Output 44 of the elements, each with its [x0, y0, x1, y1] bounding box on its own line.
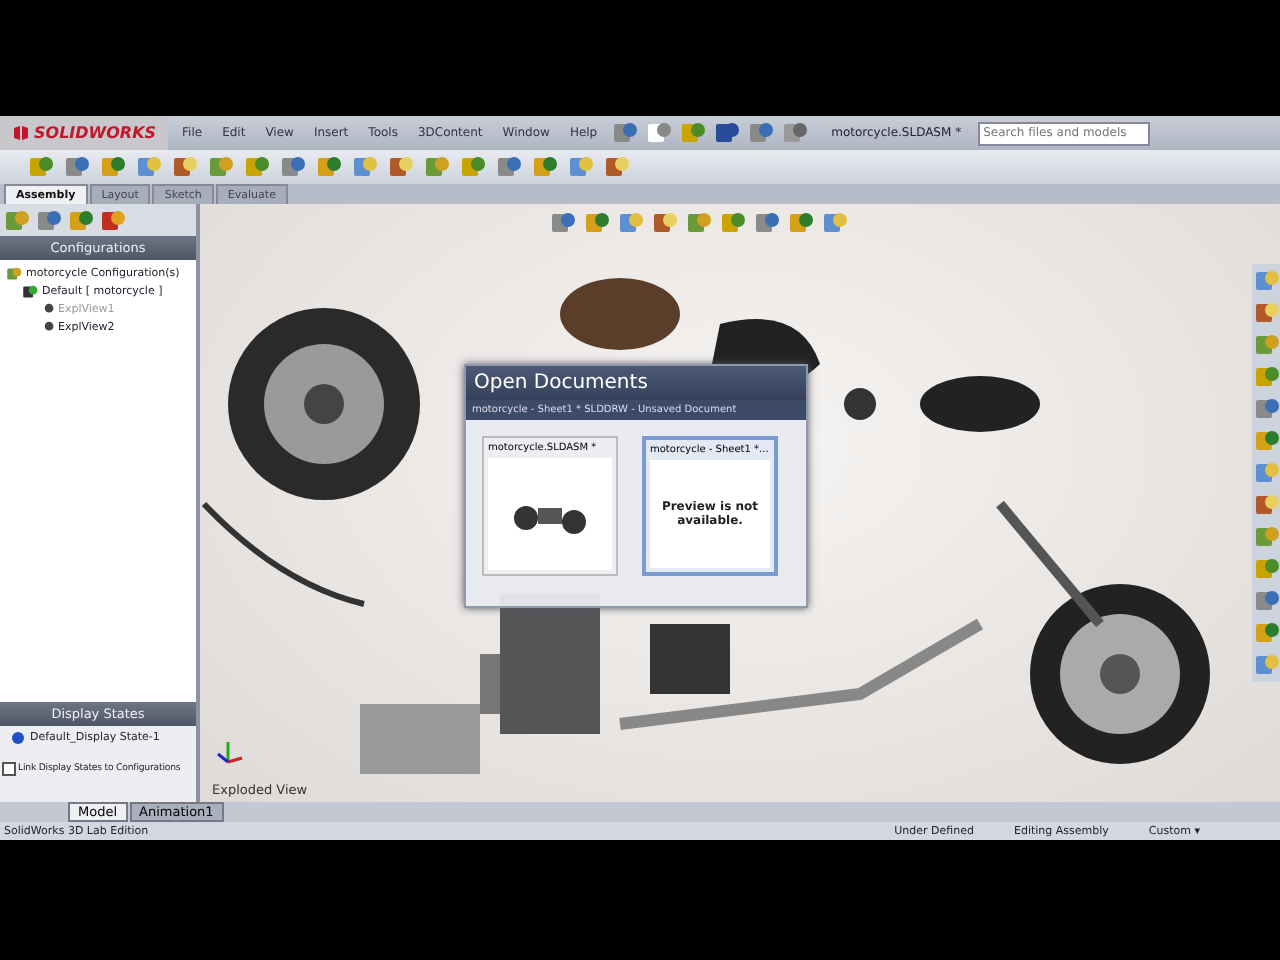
tool-icon[interactable] [244, 154, 270, 180]
view-tool-icon[interactable] [788, 210, 814, 236]
tool-icon[interactable] [172, 154, 198, 180]
tool-icon[interactable] [424, 154, 450, 180]
sketch-tool-icon[interactable] [1253, 620, 1279, 646]
sketch-tool-icon[interactable] [1253, 300, 1279, 326]
view-tool-icon[interactable] [720, 210, 746, 236]
tool-icon[interactable] [64, 154, 90, 180]
checkbox[interactable] [2, 762, 16, 776]
sketch-tool-icon[interactable] [1253, 428, 1279, 454]
tool-icon[interactable] [604, 154, 630, 180]
view-tool-icon[interactable] [686, 210, 712, 236]
sketch-tool-icon[interactable] [1253, 364, 1279, 390]
sketch-tool-icon[interactable] [1253, 652, 1279, 678]
view-tool-icon[interactable] [754, 210, 780, 236]
tool-icon[interactable] [280, 154, 306, 180]
view-tool-icon[interactable] [618, 210, 644, 236]
tool-icon[interactable] [460, 154, 486, 180]
display-state-icon [12, 732, 24, 744]
tool-icon[interactable] [388, 154, 414, 180]
tool-icon[interactable] [100, 154, 126, 180]
sketch-tool-icon[interactable] [1253, 556, 1279, 582]
tool-icon[interactable] [28, 154, 54, 180]
tool-icon[interactable] [352, 154, 378, 180]
sketch-tool-icon[interactable] [1253, 396, 1279, 422]
sketch-tool-icon[interactable] [1253, 524, 1279, 550]
sketch-tool-icon[interactable] [1253, 588, 1279, 614]
app-logo: SOLIDWORKS [0, 116, 169, 150]
view-tool-icon[interactable] [550, 210, 576, 236]
view-tool-icon[interactable] [822, 210, 848, 236]
dialog-title: Open Documents [466, 366, 806, 400]
axis-triad-icon [216, 738, 244, 766]
sketch-tool-icon[interactable] [1253, 492, 1279, 518]
sketch-tool-icon[interactable] [1253, 332, 1279, 358]
tool-icon[interactable] [208, 154, 234, 180]
tool-icon[interactable] [496, 154, 522, 180]
tool-icon[interactable] [568, 154, 594, 180]
view-tool-icon[interactable] [652, 210, 678, 236]
sketch-tool-icon[interactable] [1253, 268, 1279, 294]
tool-icon[interactable] [136, 154, 162, 180]
tool-icon[interactable] [532, 154, 558, 180]
tool-icon[interactable] [316, 154, 342, 180]
view-tool-icon[interactable] [584, 210, 610, 236]
sketch-tool-icon[interactable] [1253, 460, 1279, 486]
